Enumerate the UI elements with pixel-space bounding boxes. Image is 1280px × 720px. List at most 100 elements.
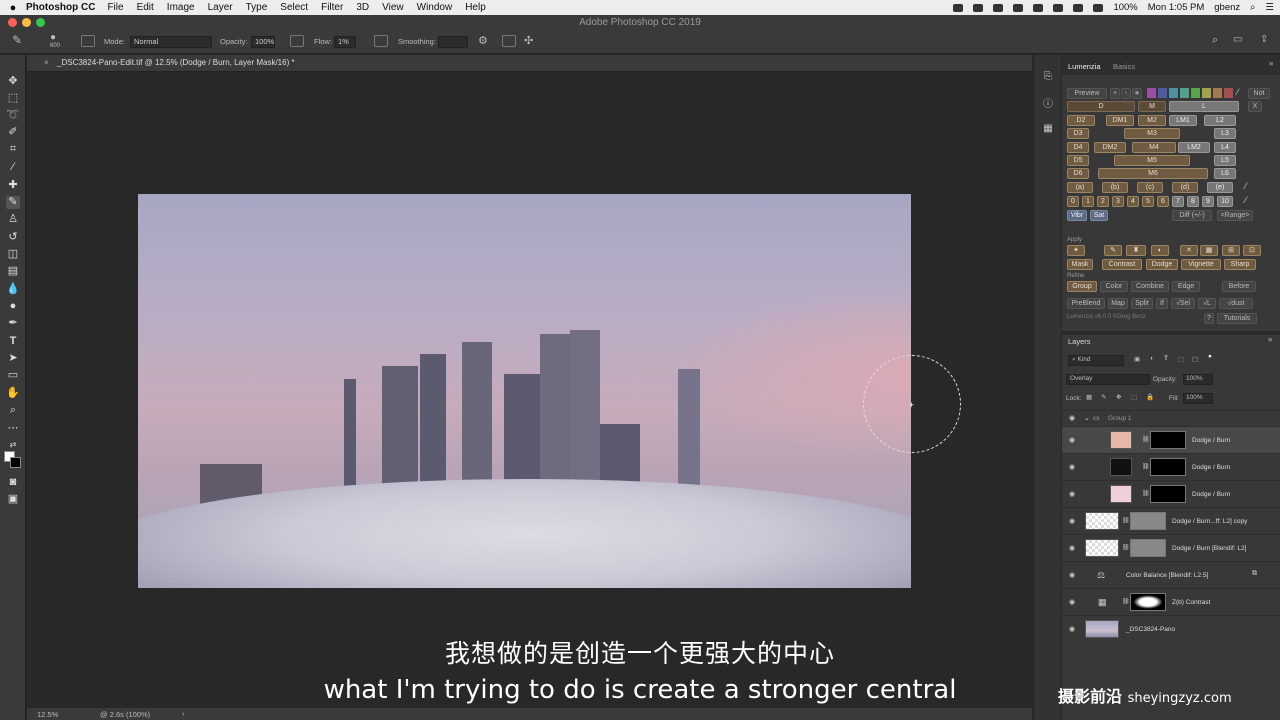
layer-mask-thumbnail[interactable] [1150, 458, 1186, 476]
eyedropper-tool-icon[interactable]: ⁄ [6, 161, 20, 174]
lum-zone-b[interactable]: (b) [1102, 182, 1128, 193]
lum-zone-e[interactable]: (e) [1207, 182, 1233, 193]
dodge-tool-icon[interactable]: ● [6, 300, 20, 313]
range-button[interactable]: <Range> [1217, 210, 1253, 221]
healing-tool-icon[interactable]: ✚ [6, 179, 20, 192]
lum-zone-9[interactable]: 9 [1202, 196, 1214, 207]
lum-dm1[interactable]: DM1 [1106, 115, 1134, 126]
color-swatch-purple[interactable] [1147, 88, 1156, 98]
layer-row[interactable]: ◉ ⛓ Dodge / Burn [Blendif: L2] [1062, 534, 1280, 561]
layer-fill-field[interactable]: 100% [1183, 393, 1213, 404]
lum-x-button[interactable]: X [1248, 101, 1262, 112]
eyedropper-icon[interactable]: ⁄ [1237, 87, 1239, 97]
blur-tool-icon[interactable]: 💧 [6, 283, 20, 296]
visibility-eye-icon[interactable]: ◉ [1069, 490, 1075, 498]
search-icon[interactable]: ⌕ [1212, 34, 1218, 47]
kind-filter-select[interactable]: ⌕ Kind [1068, 355, 1124, 366]
not-button[interactable]: Not [1248, 88, 1270, 99]
lum-l5[interactable]: L5 [1214, 155, 1236, 166]
color-swatch-red[interactable] [1224, 88, 1233, 98]
lum-l3[interactable]: L3 [1214, 128, 1236, 139]
mask-icon-button[interactable]: ✎ [1104, 245, 1122, 256]
lum-zone-0[interactable]: 0 [1067, 196, 1079, 207]
mode-select[interactable]: Normal [130, 36, 212, 48]
layer-mask-thumbnail[interactable] [1130, 593, 1166, 611]
brush-tool-icon[interactable]: ✎ [6, 196, 20, 209]
move-tool-icon[interactable]: ✥ [6, 75, 20, 88]
before-button[interactable]: Before [1222, 281, 1256, 292]
status-arrow-icon[interactable]: › [182, 709, 185, 718]
tab-basics[interactable]: Basics [1113, 62, 1135, 71]
flow-field[interactable]: 1% [334, 36, 356, 48]
menu-edit[interactable]: Edit [137, 2, 154, 13]
color-swatch-orange[interactable] [1213, 88, 1222, 98]
lum-d6[interactable]: D6 [1067, 168, 1089, 179]
layers-title[interactable]: Layers [1068, 337, 1091, 346]
subtract-button[interactable]: - [1121, 88, 1131, 99]
share-icon[interactable]: ⇪ [1260, 34, 1268, 45]
stamp-tool-icon[interactable]: ♙ [6, 213, 20, 226]
apply-sharp-button[interactable]: Sharp [1224, 259, 1256, 270]
channels-panel-icon[interactable]: ▦ [1042, 123, 1054, 135]
color-swatch-cyan[interactable] [1169, 88, 1178, 98]
lum-dm2[interactable]: DM2 [1094, 142, 1126, 153]
close-tab-icon[interactable]: × [44, 58, 49, 67]
zone-eyedropper-icon[interactable]: ⁄ [1245, 195, 1247, 205]
tray-icon[interactable] [1013, 3, 1024, 12]
menu-image[interactable]: Image [167, 2, 195, 13]
color-swatch-teal[interactable] [1180, 88, 1189, 98]
check-sel-button[interactable]: √Sel [1171, 298, 1195, 309]
battery-percent[interactable]: 100% [1113, 2, 1137, 13]
lum-l2[interactable]: L2 [1204, 115, 1236, 126]
lum-m2[interactable]: M2 [1138, 115, 1166, 126]
history-brush-icon[interactable]: ↺ [6, 231, 20, 244]
history-panel-icon[interactable]: ⎘ [1042, 71, 1054, 83]
tray-icon[interactable] [1033, 3, 1044, 12]
visibility-eye-icon[interactable]: ◉ [1069, 625, 1075, 633]
group-expand-icon[interactable]: ⌄ [1084, 414, 1090, 422]
search-icon[interactable]: ⌕ [1250, 2, 1255, 13]
apply-dodge-button[interactable]: Dodge [1146, 259, 1178, 270]
lum-zone-8[interactable]: 8 [1187, 196, 1199, 207]
quick-mask-icon[interactable]: ◙ [6, 476, 20, 489]
contrast-icon-button[interactable]: ♜ [1126, 245, 1146, 256]
tray-icon[interactable] [973, 3, 984, 12]
menu-3d[interactable]: 3D [356, 2, 369, 13]
lum-lm2[interactable]: LM2 [1178, 142, 1210, 153]
lum-d[interactable]: D [1067, 101, 1135, 112]
lum-lm1[interactable]: LM1 [1169, 115, 1197, 126]
close-window-icon[interactable] [8, 18, 17, 27]
path-select-icon[interactable]: ➤ [6, 352, 20, 365]
zoom-tool-icon[interactable]: ⌕ [6, 404, 20, 417]
adjustment-filter-icon[interactable]: ◑ [1149, 355, 1153, 362]
layer-opacity-field[interactable]: 100% [1183, 374, 1213, 385]
diff-button[interactable]: Diff (+/-) [1172, 210, 1212, 221]
background-color-swatch[interactable] [10, 457, 21, 468]
layer-row[interactable]: ◉ ▦ ⛓ Z(b) Contrast [1062, 588, 1280, 615]
brush-tool-icon[interactable]: ✎ [12, 33, 22, 47]
lum-m3[interactable]: M3 [1124, 128, 1180, 139]
menu-file[interactable]: File [107, 2, 123, 13]
lum-zone-a[interactable]: (a) [1067, 182, 1093, 193]
smoothing-field[interactable] [438, 36, 468, 48]
workspace-icon[interactable]: ▭ [1233, 34, 1242, 45]
smartobject-filter-icon[interactable]: ▢ [1192, 355, 1198, 363]
apply-sel-button[interactable]: Mask [1067, 259, 1093, 270]
layer-mask-thumbnail[interactable] [1130, 539, 1166, 557]
vignette-icon-button[interactable]: ✕ [1180, 245, 1198, 256]
pressure-opacity-button[interactable] [290, 35, 304, 47]
swap-colors-icon[interactable]: ⇄ [6, 438, 20, 451]
more-tools-icon[interactable]: ⋯ [6, 422, 20, 435]
layer-mask-thumbnail[interactable] [1150, 485, 1186, 503]
gradient-tool-icon[interactable]: ▤ [6, 265, 20, 278]
misc-icon-button-2[interactable]: ⊡ [1243, 245, 1261, 256]
visibility-eye-icon[interactable]: ◉ [1069, 598, 1075, 606]
lum-zone-d[interactable]: (d) [1172, 182, 1198, 193]
visibility-eye-icon[interactable]: ◉ [1069, 436, 1075, 444]
menu-type[interactable]: Type [246, 2, 268, 13]
add-button[interactable]: + [1110, 88, 1120, 99]
if-button[interactable]: If [1156, 298, 1168, 309]
lum-l[interactable]: L [1169, 101, 1239, 112]
menu-app-name[interactable]: Photoshop CC [26, 2, 95, 13]
layer-row[interactable]: ◉ _DSC3824-Pano [1062, 615, 1280, 642]
